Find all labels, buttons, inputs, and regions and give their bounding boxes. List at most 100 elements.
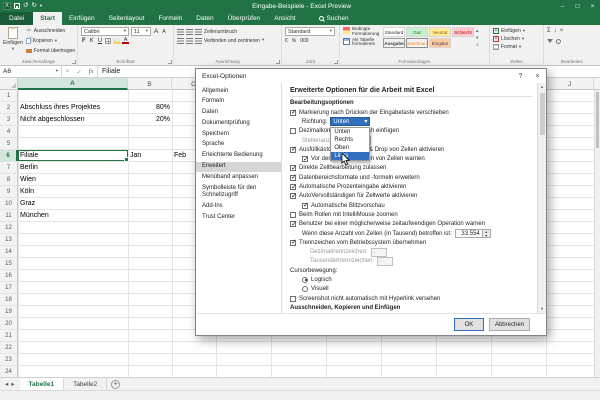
dialog-title-bar[interactable]: Excel-Optionen ? × [196, 69, 546, 83]
column-header[interactable]: J [546, 78, 594, 90]
sheet-cell[interactable]: Berlin [18, 162, 128, 173]
checkbox[interactable] [290, 184, 297, 191]
scrollbar-thumb[interactable] [596, 92, 599, 148]
undo-icon[interactable]: ↺ [23, 2, 28, 10]
spinner-arrows[interactable]: ▴▾ [482, 229, 491, 238]
option-intellimouse[interactable]: Beim Rollen mit IntelliMouse zoomen [290, 210, 532, 219]
dropdown-item[interactable]: Oben [331, 144, 369, 152]
option-direct-edit[interactable]: Direkte Zellbearbeitung zulassen [290, 164, 532, 173]
checkbox[interactable] [290, 146, 297, 153]
cell-style-swatch[interactable]: Eingabe [429, 38, 451, 48]
row-header[interactable]: 13 [0, 234, 18, 245]
row-header[interactable]: 10 [0, 198, 18, 209]
row-header[interactable]: 11 [0, 210, 18, 221]
close-icon[interactable]: × [529, 69, 546, 83]
row-header[interactable]: 15 [0, 258, 18, 269]
row-header[interactable]: 22 [0, 342, 18, 353]
row-header[interactable]: 1 [0, 90, 18, 101]
checkbox[interactable] [302, 156, 309, 163]
sheet-cell[interactable]: Köln [18, 186, 128, 197]
insert-function-icon[interactable]: fx [89, 68, 94, 75]
row-header[interactable]: 19 [0, 306, 18, 317]
ribbon-tab[interactable]: Einfügen [62, 12, 102, 25]
row-header[interactable]: 16 [0, 270, 18, 281]
dialog-launcher-icon[interactable] [72, 60, 76, 64]
dropdown-item[interactable]: Links [331, 152, 370, 161]
checkbox[interactable] [290, 239, 297, 246]
scrollbar-thumb[interactable] [539, 93, 545, 135]
row-header[interactable]: 5 [0, 138, 18, 149]
dropdown-item[interactable]: Rechts [331, 136, 369, 144]
row-header[interactable]: 20 [0, 318, 18, 329]
format-cells-button[interactable]: Format ▾ [493, 43, 540, 51]
insert-cells-button[interactable]: Einfügen▾ [493, 27, 540, 35]
tell-me-search[interactable]: Suchen [318, 12, 349, 25]
option-extend-formats[interactable]: Datenbereichsformate und -formeln erweit… [290, 173, 532, 182]
dialog-launcher-icon[interactable] [168, 60, 172, 64]
option-system-separators[interactable]: Trennzeichen vom Betriebssystem übernehm… [290, 238, 532, 247]
format-as-table-button[interactable]: Als Tabelle formatieren [343, 37, 381, 48]
ribbon-tab[interactable]: Start [33, 12, 62, 25]
sheet-cell[interactable]: Nicht abgeschlossen [18, 114, 128, 125]
option-flash-fill[interactable]: Automatische Blitzvorschau [290, 201, 532, 210]
option-screenshot-link[interactable]: Screenshot nicht automatisch mit Hyperli… [290, 294, 532, 303]
align-left-icon[interactable] [177, 37, 184, 44]
select-all-corner[interactable] [0, 78, 18, 89]
ribbon-tab[interactable]: Daten [189, 12, 220, 25]
autosum-icon[interactable]: Σ [547, 28, 551, 34]
sheet-cell[interactable]: Graz [18, 198, 128, 209]
cell-style-swatch[interactable]: Neutral [429, 27, 451, 37]
scroll-up-icon[interactable]: ▴ [541, 84, 543, 90]
number-format-combo[interactable]: Standard ▾ [285, 27, 335, 36]
option-cursor-logical[interactable]: Logisch [290, 275, 532, 284]
gallery-scroll[interactable]: ▴ ▾ ≡ [476, 27, 479, 48]
row-header[interactable]: 3 [0, 114, 18, 125]
redo-icon[interactable]: ↻ [31, 2, 36, 10]
column-header[interactable]: B [128, 78, 172, 90]
conditional-formatting-button[interactable]: Bedingte Formatierung [343, 26, 381, 37]
paste-button[interactable]: Einfügen ▾ [3, 27, 23, 55]
font-color-icon[interactable]: A [122, 37, 130, 44]
cut-button[interactable]: Ausschneiden [26, 27, 75, 35]
gallery-up-icon[interactable]: ▴ [476, 28, 479, 34]
option-long-op-warn[interactable]: Benutzer bei einer möglicherweise zeitau… [290, 220, 532, 229]
format-painter-button[interactable]: Format übertragen [25, 47, 75, 55]
thousand-separator-input[interactable]: . [377, 256, 394, 266]
checkbox[interactable] [290, 165, 297, 172]
row-header[interactable]: 2 [0, 102, 18, 113]
options-nav-item[interactable]: Sprache [196, 140, 281, 151]
italic-button[interactable]: K [89, 38, 95, 44]
checkbox[interactable] [290, 109, 297, 116]
align-top-icon[interactable] [177, 28, 184, 35]
column-header[interactable]: A [18, 78, 128, 90]
option-fill-handle[interactable]: Ausfüllkästchen und Drag & Drop von Zell… [290, 145, 532, 154]
align-center-icon[interactable] [186, 37, 193, 44]
options-nav-item[interactable]: Symbolleiste für den Schnellzugriff [196, 183, 281, 202]
cell-style-swatch[interactable]: Gut [406, 27, 428, 37]
grow-font-button[interactable]: A [153, 28, 159, 35]
sheet-cell[interactable]: 80% [128, 102, 172, 113]
underline-button[interactable]: U [97, 38, 103, 44]
sheet-cell[interactable]: Wien [18, 174, 128, 185]
option-enter-move[interactable]: Markierung nach Drücken der Eingabetaste… [290, 108, 532, 117]
row-header[interactable]: 7 [0, 162, 18, 173]
option-overwrite-warn[interactable]: Vor dem Überschreiben von Zellen warnen [290, 154, 532, 163]
option-cursor-visual[interactable]: Visuell [290, 285, 532, 294]
options-nav-item[interactable]: Formeln [196, 97, 281, 108]
sort-filter-icon[interactable] [547, 39, 553, 43]
checkbox[interactable] [290, 221, 297, 228]
row-header[interactable]: 4 [0, 126, 18, 137]
sheet-cell[interactable]: Filiale [18, 150, 129, 162]
row-header[interactable]: 18 [0, 294, 18, 305]
row-header[interactable]: 21 [0, 330, 18, 341]
percent-icon[interactable]: % [292, 38, 296, 44]
spin-down-icon[interactable]: ▾ [483, 234, 490, 238]
find-select-icon[interactable] [556, 38, 561, 44]
enter-entry-icon[interactable]: ✓ [76, 68, 81, 76]
align-right-icon[interactable] [195, 37, 202, 44]
bold-button[interactable]: F [81, 38, 87, 44]
add-sheet-button[interactable]: + [111, 379, 121, 389]
name-box[interactable]: A6 ▾ [0, 66, 62, 77]
row-header[interactable]: 9 [0, 186, 18, 197]
minimize-button[interactable]: – [555, 0, 570, 12]
